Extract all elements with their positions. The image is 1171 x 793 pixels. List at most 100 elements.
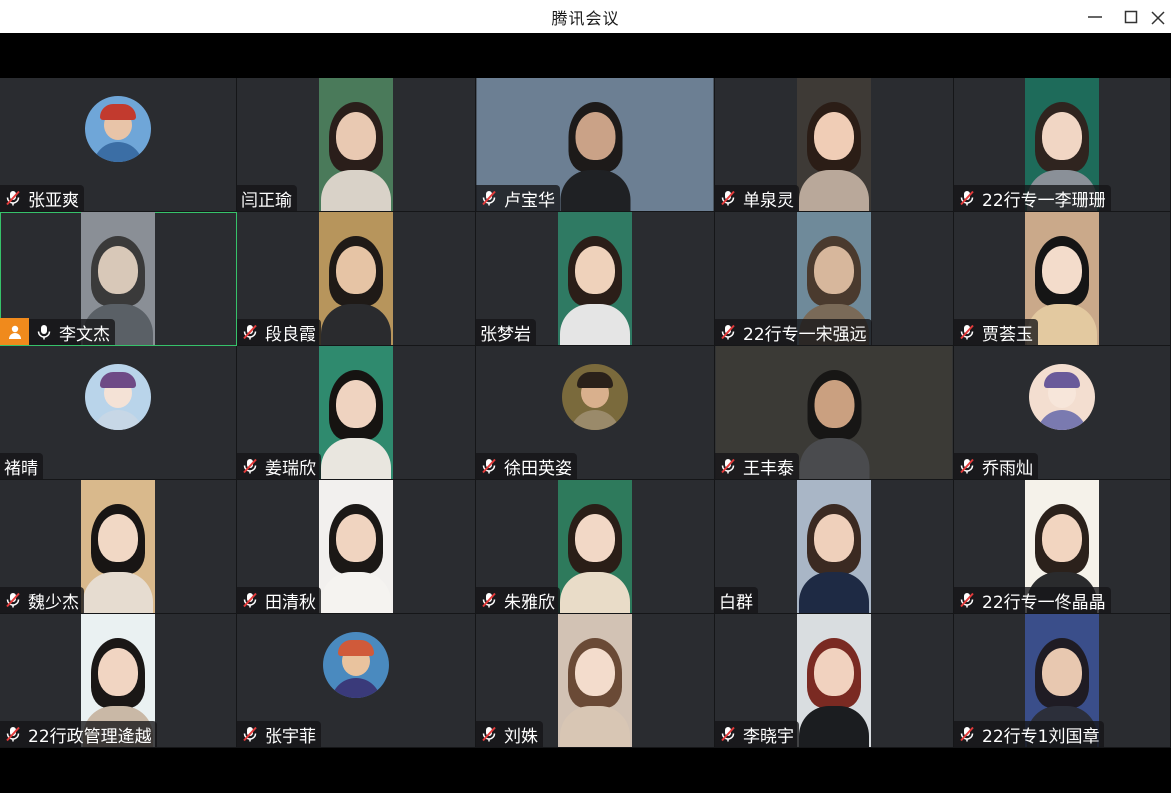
participant-name: 22行专一宋强远 (743, 324, 867, 345)
participant-name: 段良霞 (265, 324, 316, 345)
participant-name-label: 张亚爽 (0, 185, 84, 211)
participant-name: 李晓宇 (743, 726, 794, 747)
mic-muted-icon (721, 324, 735, 340)
participant-name: 李文杰 (59, 324, 110, 345)
mic-muted-icon (6, 190, 20, 206)
participant-video (319, 212, 393, 345)
participant-name-label: 李晓宇 (715, 721, 799, 747)
participant-name-label: 李文杰 (0, 317, 115, 345)
participant-video (797, 480, 871, 613)
participant-name-label: 单泉灵 (715, 185, 799, 211)
mic-muted-icon (482, 726, 496, 742)
mic-icon (37, 325, 51, 340)
participant-tile[interactable]: 姜瑞欣 (237, 346, 476, 480)
host-badge-icon (0, 317, 29, 345)
participant-name-label: 王丰泰 (715, 453, 799, 479)
participant-tile[interactable]: 卢宝华 (476, 78, 715, 212)
mic-muted-icon (243, 458, 257, 474)
mic-muted-icon (243, 592, 257, 608)
participant-tile[interactable]: 张亚爽 (0, 78, 237, 212)
mic-muted-icon (721, 190, 735, 206)
participant-tile[interactable]: 22行专一佟晶晶 (954, 480, 1171, 614)
participant-video (558, 614, 632, 747)
participant-name: 田清秋 (265, 592, 316, 613)
maximize-icon (1124, 10, 1138, 23)
participant-name: 单泉灵 (743, 190, 794, 211)
participant-tile[interactable]: 徐田英姿 (476, 346, 715, 480)
participant-video (558, 480, 632, 613)
participant-video (797, 78, 871, 211)
participant-name: 22行专一李珊珊 (982, 190, 1106, 211)
participant-tile[interactable]: 22行专一宋强远 (715, 212, 954, 346)
participant-tile[interactable]: 22行专一李珊珊 (954, 78, 1171, 212)
window-title: 腾讯会议 (551, 8, 620, 28)
participant-tile[interactable]: 22行政管理逄越 (0, 614, 237, 748)
participant-video (319, 78, 393, 211)
mic-muted-icon (243, 726, 257, 742)
participant-tile[interactable]: 张宇菲 (237, 614, 476, 748)
participant-video-grid: 张亚爽 闫正瑜 卢宝华 单泉灵 22行专一李珊珊李文杰 段良霞 张梦岩 22行专一宋强远 贾荟玉… (0, 78, 1171, 748)
participant-tile[interactable]: 张梦岩 (476, 212, 715, 346)
participant-avatar (85, 364, 151, 430)
participant-name: 卢宝华 (504, 190, 555, 211)
participant-video (319, 346, 393, 479)
window-controls (1077, 0, 1171, 33)
maximize-button[interactable] (1113, 0, 1149, 33)
participant-name-label: 刘姝 (476, 721, 543, 747)
participant-avatar (562, 364, 628, 430)
participant-name: 贾荟玉 (982, 324, 1033, 345)
participant-name-label: 22行政管理逄越 (0, 721, 157, 747)
participant-name: 22行专1刘国章 (982, 726, 1100, 747)
participant-name-label: 22行专一李珊珊 (954, 185, 1111, 211)
participant-tile[interactable]: 白群 (715, 480, 954, 614)
participant-name-label: 田清秋 (237, 587, 321, 613)
participant-tile[interactable]: 王丰泰 (715, 346, 954, 480)
mic-muted-icon (243, 324, 257, 340)
participant-name: 张梦岩 (480, 324, 531, 345)
participant-name: 张宇菲 (265, 726, 316, 747)
participant-tile[interactable]: 李晓宇 (715, 614, 954, 748)
participant-name-label: 白群 (715, 587, 758, 613)
mic-muted-icon (482, 592, 496, 608)
participant-name: 王丰泰 (743, 458, 794, 479)
bottom-toolbar-area (0, 748, 1171, 793)
participant-tile[interactable]: 22行专1刘国章 (954, 614, 1171, 748)
participant-name: 姜瑞欣 (265, 458, 316, 479)
participant-name-label: 22行专一佟晶晶 (954, 587, 1111, 613)
participant-tile[interactable]: 贾荟玉 (954, 212, 1171, 346)
participant-tile[interactable]: 刘姝 (476, 614, 715, 748)
mic-muted-icon (960, 458, 974, 474)
participant-tile[interactable]: 田清秋 (237, 480, 476, 614)
participant-tile[interactable]: 魏少杰 (0, 480, 237, 614)
participant-tile[interactable]: 单泉灵 (715, 78, 954, 212)
mic-muted-icon (6, 592, 20, 608)
mic-muted-icon (960, 592, 974, 608)
participant-name-label: 22行专一宋强远 (715, 319, 872, 345)
participant-avatar (323, 632, 389, 698)
participant-name: 徐田英姿 (504, 458, 572, 479)
participant-name-label: 朱雅欣 (476, 587, 560, 613)
participant-name-label: 张宇菲 (237, 721, 321, 747)
participant-tile[interactable]: 段良霞 (237, 212, 476, 346)
participant-tile[interactable]: 乔雨灿 (954, 346, 1171, 480)
mic-muted-icon (960, 726, 974, 742)
participant-name: 乔雨灿 (982, 458, 1033, 479)
participant-name-label: 22行专1刘国章 (954, 721, 1105, 747)
participant-tile[interactable]: 李文杰 (0, 212, 237, 346)
participant-name: 22行专一佟晶晶 (982, 592, 1106, 613)
participant-name-label: 闫正瑜 (237, 185, 297, 211)
participant-name-label: 贾荟玉 (954, 319, 1038, 345)
participant-video (797, 614, 871, 747)
title-bar: 腾讯会议 (0, 0, 1171, 33)
close-button[interactable] (1149, 0, 1171, 33)
participant-tile[interactable]: 闫正瑜 (237, 78, 476, 212)
participant-tile[interactable]: 朱雅欣 (476, 480, 715, 614)
participant-tile[interactable]: 褚晴 (0, 346, 237, 480)
participant-name: 魏少杰 (28, 592, 79, 613)
participant-name: 闫正瑜 (241, 190, 292, 211)
participant-name-label: 魏少杰 (0, 587, 84, 613)
participant-video (319, 480, 393, 613)
participant-name-label: 乔雨灿 (954, 453, 1038, 479)
participant-avatar (85, 96, 151, 162)
minimize-button[interactable] (1077, 0, 1113, 33)
